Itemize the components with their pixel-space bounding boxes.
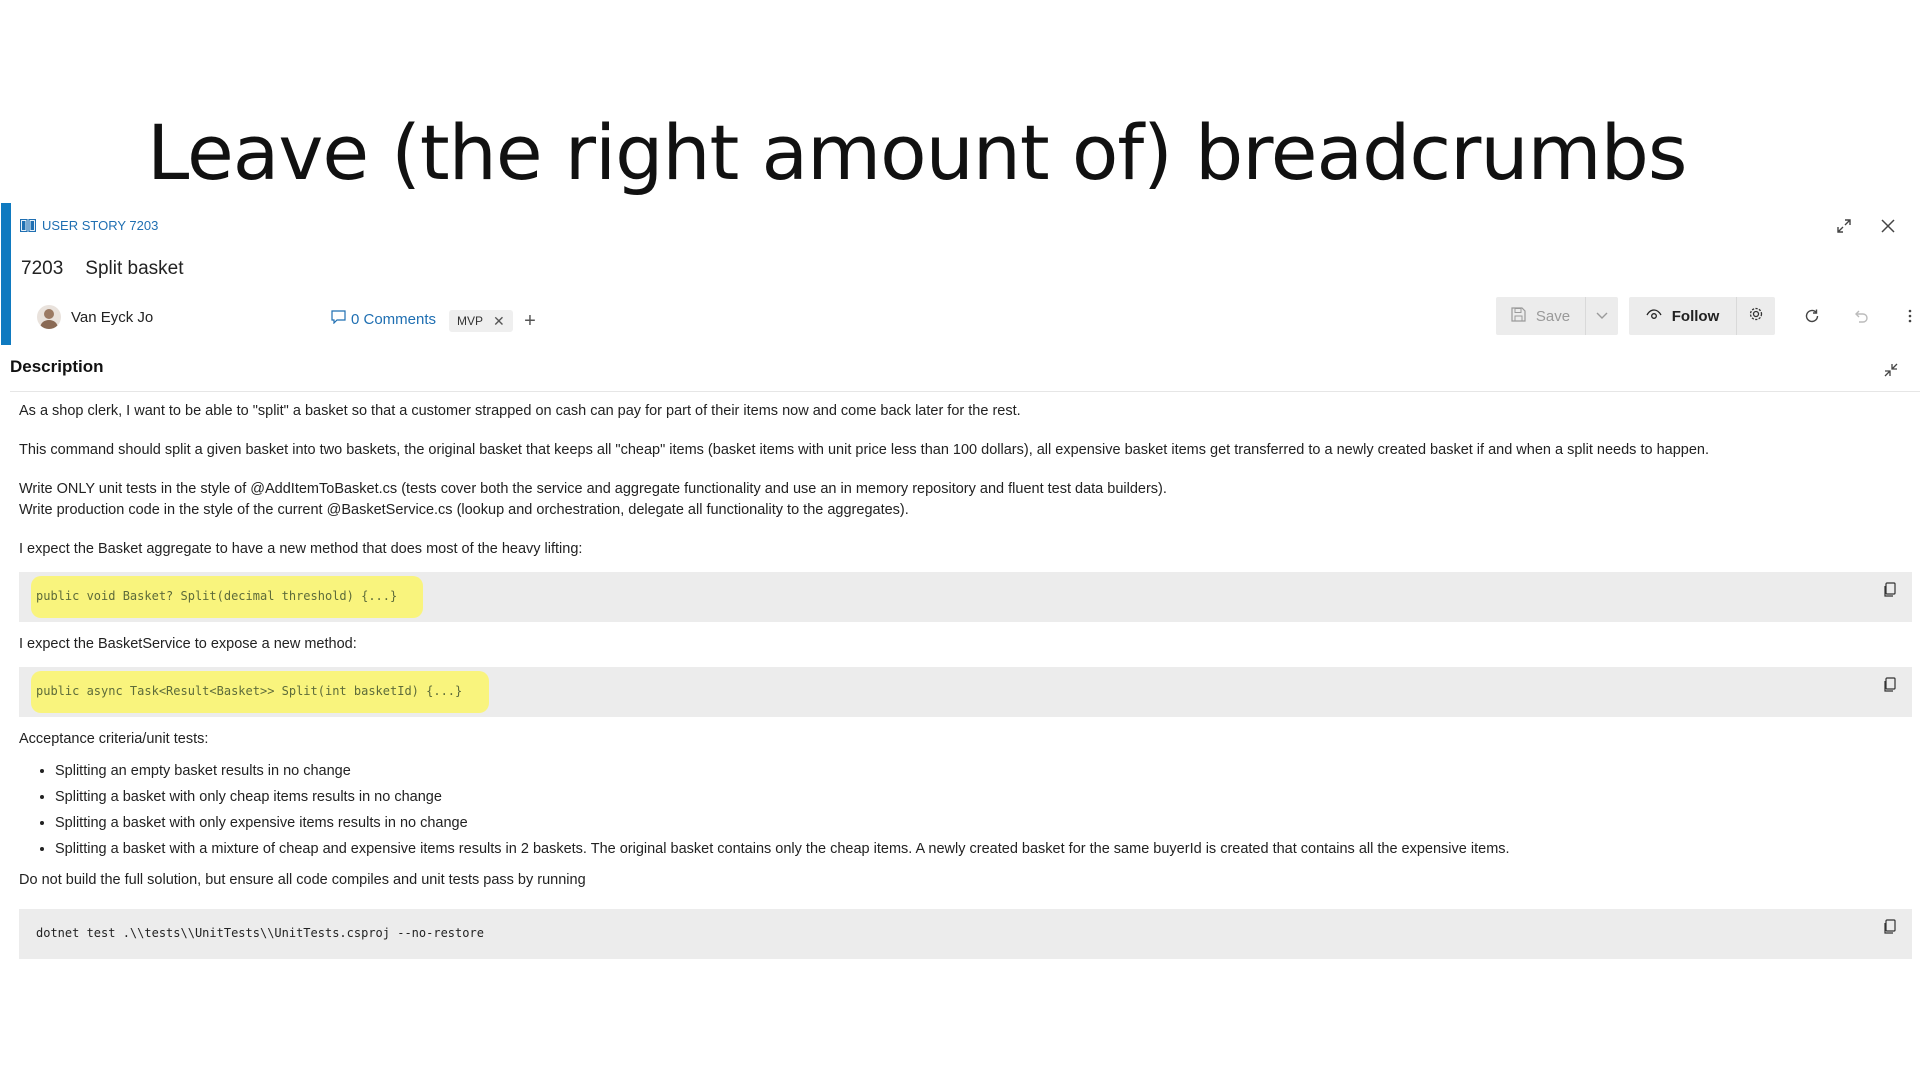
description-paragraph: Acceptance criteria/unit tests: [19, 731, 209, 747]
work-item-id: 7203 [21, 258, 64, 279]
work-item-title[interactable]: Split basket [85, 258, 183, 280]
save-icon [1511, 306, 1526, 326]
list-item: Splitting a basket with only cheap items… [55, 784, 1914, 810]
save-group: Save [1496, 297, 1618, 335]
gear-icon [1748, 306, 1764, 327]
list-item: Splitting a basket with only expensive i… [55, 810, 1914, 836]
toolbar: Save Follow [1496, 297, 1920, 335]
work-item-type-label[interactable]: USER STORY 7203 [42, 218, 158, 233]
code-snippet: public void Basket? Split(decimal thresh… [36, 589, 398, 603]
close-icon[interactable] [1878, 216, 1898, 236]
tag-mvp[interactable]: MVP ✕ [449, 310, 513, 332]
assignee[interactable]: Van Eyck Jo [37, 305, 153, 329]
work-item-type: USER STORY 7203 [19, 218, 158, 233]
acceptance-criteria-list: Splitting an empty basket results in no … [19, 758, 1914, 862]
list-item: Splitting a basket with a mixture of che… [55, 836, 1914, 862]
description-paragraph: I expect the Basket aggregate to have a … [19, 541, 583, 557]
tag-label: MVP [457, 314, 484, 328]
work-item-meta-row: Van Eyck Jo 0 Comments MVP ✕ + Save Foll… [0, 295, 1920, 343]
description-paragraph: Write ONLY unit tests in the style of @A… [19, 481, 1167, 497]
description-paragraph: Write production code in the style of th… [19, 502, 909, 518]
follow-button[interactable]: Follow [1629, 297, 1737, 335]
code-snippet: dotnet test .\\tests\\UnitTests\\UnitTes… [36, 926, 484, 940]
follow-group: Follow [1629, 297, 1775, 335]
more-icon[interactable] [1898, 304, 1920, 328]
comment-icon [331, 310, 346, 328]
copy-icon[interactable] [1882, 582, 1898, 598]
description-paragraph: I expect the BasketService to expose a n… [19, 636, 357, 652]
code-block: public async Task<Result<Basket>> Split(… [19, 667, 1912, 717]
chevron-down-icon [1596, 307, 1608, 325]
avatar [37, 305, 61, 329]
follow-label: Follow [1671, 307, 1720, 325]
description-paragraph: Do not build the full solution, but ensu… [19, 872, 586, 888]
add-tag-icon[interactable]: + [518, 309, 542, 333]
copy-icon[interactable] [1882, 677, 1898, 693]
code-block: public void Basket? Split(decimal thresh… [19, 572, 1912, 622]
description-divider [10, 391, 1920, 392]
code-snippet: public async Task<Result<Basket>> Split(… [36, 684, 463, 698]
save-button[interactable]: Save [1496, 297, 1586, 335]
save-label: Save [1535, 307, 1571, 325]
expand-icon[interactable] [1834, 216, 1854, 236]
work-item-panel: USER STORY 7203 7203 Split basket Van Ey… [0, 203, 1920, 1080]
comments-link[interactable]: 0 Comments [331, 310, 436, 328]
work-item-title-row: 7203 Split basket [21, 258, 184, 280]
refresh-icon[interactable] [1800, 304, 1824, 328]
copy-icon[interactable] [1882, 919, 1898, 935]
description-heading: Description [10, 357, 104, 376]
description-paragraph: This command should split a given basket… [19, 442, 1709, 458]
book-icon [19, 218, 37, 233]
assignee-name: Van Eyck Jo [71, 308, 154, 326]
slide-title: Leave (the right amount of) breadcrumbs [147, 108, 1687, 197]
description-paragraph: As a shop clerk, I want to be able to "s… [19, 403, 1021, 419]
tag-remove-icon[interactable]: ✕ [493, 313, 505, 330]
follow-settings-button[interactable] [1737, 297, 1775, 335]
save-options-button[interactable] [1586, 297, 1618, 335]
description-body[interactable]: As a shop clerk, I want to be able to "s… [19, 401, 1914, 971]
eye-icon [1646, 308, 1662, 325]
window-controls [1834, 216, 1898, 236]
undo-icon[interactable] [1849, 304, 1873, 328]
collapse-icon[interactable] [1884, 363, 1898, 382]
comments-label: 0 Comments [351, 310, 437, 328]
code-block: dotnet test .\\tests\\UnitTests\\UnitTes… [19, 909, 1912, 959]
list-item: Splitting an empty basket results in no … [55, 758, 1914, 784]
